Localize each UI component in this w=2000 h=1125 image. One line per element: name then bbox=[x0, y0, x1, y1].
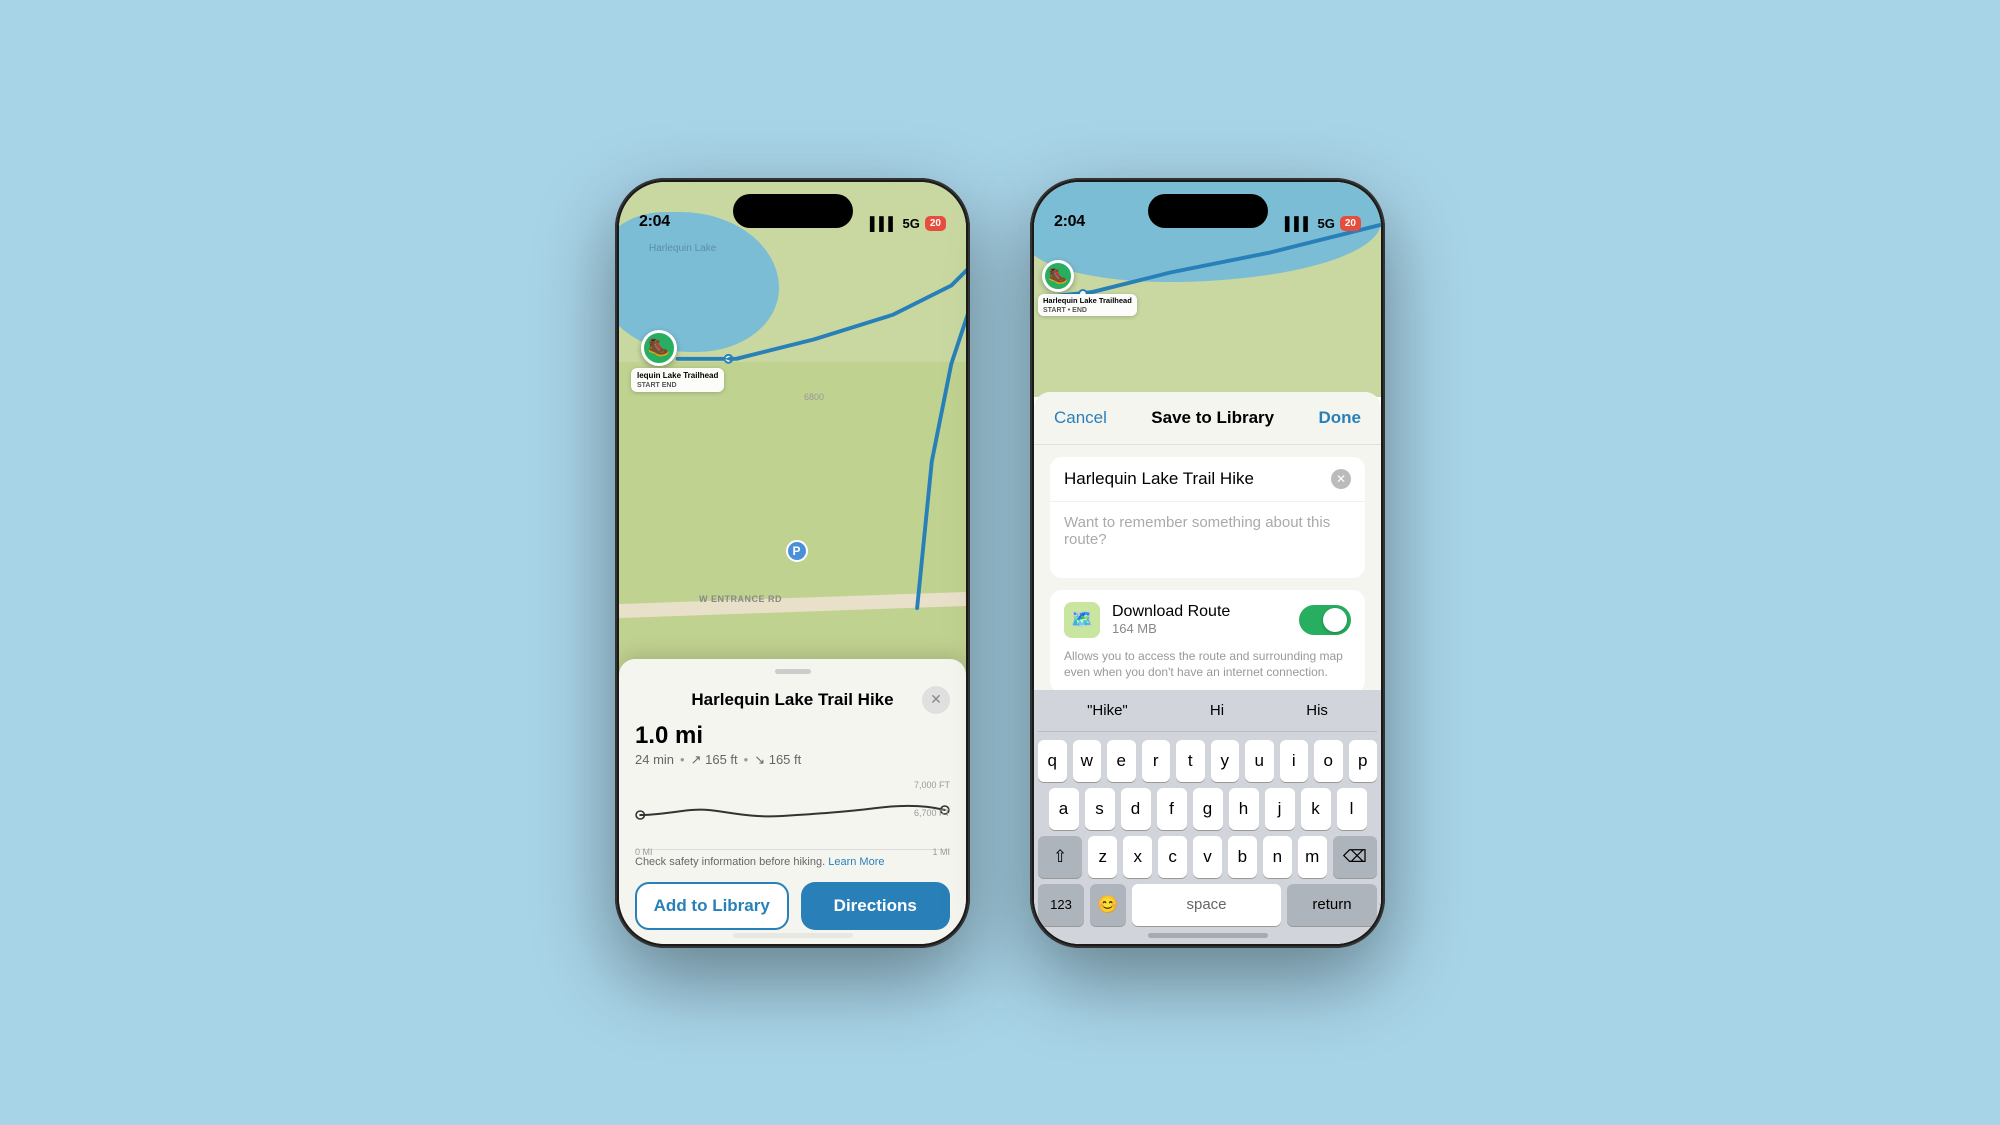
key-d[interactable]: d bbox=[1121, 788, 1151, 830]
directions-button[interactable]: Directions bbox=[801, 882, 951, 930]
done-button[interactable]: Done bbox=[1319, 408, 1362, 428]
home-indicator-1 bbox=[733, 933, 853, 938]
cancel-button[interactable]: Cancel bbox=[1054, 408, 1107, 428]
save-sheet-title: Save to Library bbox=[1151, 408, 1274, 428]
network-2: 5G bbox=[1318, 216, 1335, 231]
download-row: 🗺️ Download Route 164 MB bbox=[1064, 602, 1351, 638]
time-2: 2:04 bbox=[1054, 213, 1085, 231]
key-e[interactable]: e bbox=[1107, 740, 1136, 782]
route-name-input[interactable] bbox=[1064, 469, 1331, 489]
key-i[interactable]: i bbox=[1280, 740, 1309, 782]
download-route-label: Download Route bbox=[1112, 603, 1287, 621]
trail-path bbox=[619, 182, 966, 692]
close-button[interactable]: ✕ bbox=[922, 686, 950, 714]
key-emoji[interactable]: 😊 bbox=[1090, 884, 1126, 926]
save-input-section: ✕ Want to remember something about this … bbox=[1050, 457, 1365, 578]
key-s[interactable]: s bbox=[1085, 788, 1115, 830]
toggle-thumb bbox=[1323, 608, 1347, 632]
elev-axis-labels: 0 MI 1 MI bbox=[635, 845, 950, 859]
stats-details: 24 min • ↗ 165 ft • ↘ 165 ft bbox=[635, 752, 950, 768]
key-g[interactable]: g bbox=[1193, 788, 1223, 830]
key-h[interactable]: h bbox=[1229, 788, 1259, 830]
network-1: 5G bbox=[903, 216, 920, 231]
download-size: 164 MB bbox=[1112, 621, 1287, 636]
keyboard: "Hike" Hi His q w e r t y u i o p bbox=[1034, 690, 1381, 944]
trailhead-marker-1: 🥾 lequin Lake Trailhead START END bbox=[641, 330, 677, 366]
clear-input-button[interactable]: ✕ bbox=[1331, 469, 1351, 489]
key-a[interactable]: a bbox=[1049, 788, 1079, 830]
dynamic-island-2 bbox=[1148, 194, 1268, 228]
key-numbers[interactable]: 123 bbox=[1038, 884, 1084, 926]
action-buttons: Add to Library Directions bbox=[619, 874, 966, 942]
distance-stat: 1.0 mi bbox=[635, 722, 950, 750]
home-indicator-2 bbox=[1148, 933, 1268, 938]
suggestion-his[interactable]: His bbox=[1298, 698, 1336, 723]
elevation-chart: 7,000 FT 6,700 FT 0 MI 1 MI bbox=[635, 780, 950, 850]
trailhead-marker-2: 🥾 Harlequin Lake Trailhead START • END bbox=[1042, 260, 1074, 292]
key-delete[interactable]: ⌫ bbox=[1333, 836, 1377, 878]
download-icon: 🗺️ bbox=[1064, 602, 1100, 638]
key-b[interactable]: b bbox=[1228, 836, 1257, 878]
key-c[interactable]: c bbox=[1158, 836, 1187, 878]
download-description: Allows you to access the route and surro… bbox=[1064, 648, 1351, 682]
suggestion-hike[interactable]: "Hike" bbox=[1079, 698, 1136, 723]
keyboard-suggestions: "Hike" Hi His bbox=[1038, 698, 1377, 732]
dynamic-island-1 bbox=[733, 194, 853, 228]
key-f[interactable]: f bbox=[1157, 788, 1187, 830]
elevation-labels: 7,000 FT 6,700 FT bbox=[914, 780, 950, 818]
keyboard-row-2: a s d f g h j k l bbox=[1038, 788, 1377, 830]
battery-badge-1: 20 bbox=[925, 216, 946, 231]
save-header: Cancel Save to Library Done bbox=[1034, 392, 1381, 445]
keyboard-row-3: ⇧ z x c v b n m ⌫ bbox=[1038, 836, 1377, 878]
stats-row: 1.0 mi 24 min • ↗ 165 ft • ↘ 165 ft bbox=[619, 722, 966, 776]
loss-stat: ↘ 165 ft bbox=[754, 752, 801, 768]
download-toggle[interactable] bbox=[1299, 605, 1351, 635]
key-q[interactable]: q bbox=[1038, 740, 1067, 782]
time-stat: 24 min bbox=[635, 752, 674, 767]
signal-icon-1: ▌▌▌ bbox=[870, 216, 898, 231]
key-k[interactable]: k bbox=[1301, 788, 1331, 830]
status-icons-2: ▌▌▌ 5G 20 bbox=[1285, 216, 1361, 231]
download-text: Download Route 164 MB bbox=[1112, 603, 1287, 636]
sheet-header: Harlequin Lake Trail Hike ✕ bbox=[619, 674, 966, 722]
phone-2: 2:04 ▌▌▌ 5G 20 🥾 Harlequin La bbox=[1030, 178, 1385, 948]
suggestion-hi[interactable]: Hi bbox=[1202, 698, 1232, 723]
sheet-title: Harlequin Lake Trail Hike bbox=[663, 690, 922, 710]
keyboard-row-4: 123 😊 space return bbox=[1038, 884, 1377, 926]
key-p[interactable]: p bbox=[1349, 740, 1378, 782]
signal-icon-2: ▌▌▌ bbox=[1285, 216, 1313, 231]
key-r[interactable]: r bbox=[1142, 740, 1171, 782]
key-y[interactable]: y bbox=[1211, 740, 1240, 782]
key-x[interactable]: x bbox=[1123, 836, 1152, 878]
gain-stat: ↗ 165 ft bbox=[691, 752, 738, 768]
key-j[interactable]: j bbox=[1265, 788, 1295, 830]
battery-badge-2: 20 bbox=[1340, 216, 1361, 231]
keyboard-row-1: q w e r t y u i o p bbox=[1038, 740, 1377, 782]
time-1: 2:04 bbox=[639, 213, 670, 231]
key-t[interactable]: t bbox=[1176, 740, 1205, 782]
route-name-row: ✕ bbox=[1050, 457, 1365, 502]
trail-detail-sheet: Harlequin Lake Trail Hike ✕ 1.0 mi 24 mi… bbox=[619, 659, 966, 944]
key-m[interactable]: m bbox=[1298, 836, 1327, 878]
key-v[interactable]: v bbox=[1193, 836, 1222, 878]
phone-1: 2:04 ▌▌▌ 5G 20 Harlequin Lake W ENTRA bbox=[615, 178, 970, 948]
key-o[interactable]: o bbox=[1314, 740, 1343, 782]
map-area-1[interactable]: Harlequin Lake W ENTRANCE RD 6800 P bbox=[619, 182, 966, 692]
key-l[interactable]: l bbox=[1337, 788, 1367, 830]
notes-placeholder[interactable]: Want to remember something about this ro… bbox=[1050, 502, 1365, 578]
status-icons-1: ▌▌▌ 5G 20 bbox=[870, 216, 946, 231]
key-shift[interactable]: ⇧ bbox=[1038, 836, 1082, 878]
key-w[interactable]: w bbox=[1073, 740, 1102, 782]
parking-icon: P bbox=[786, 540, 808, 562]
key-return[interactable]: return bbox=[1287, 884, 1377, 926]
key-z[interactable]: z bbox=[1088, 836, 1117, 878]
save-to-library-sheet: Cancel Save to Library Done ✕ Want to re… bbox=[1034, 392, 1381, 944]
key-space[interactable]: space bbox=[1132, 884, 1281, 926]
key-u[interactable]: u bbox=[1245, 740, 1274, 782]
add-to-library-button[interactable]: Add to Library bbox=[635, 882, 789, 930]
key-n[interactable]: n bbox=[1263, 836, 1292, 878]
download-route-section: 🗺️ Download Route 164 MB Allows you to a… bbox=[1050, 590, 1365, 694]
